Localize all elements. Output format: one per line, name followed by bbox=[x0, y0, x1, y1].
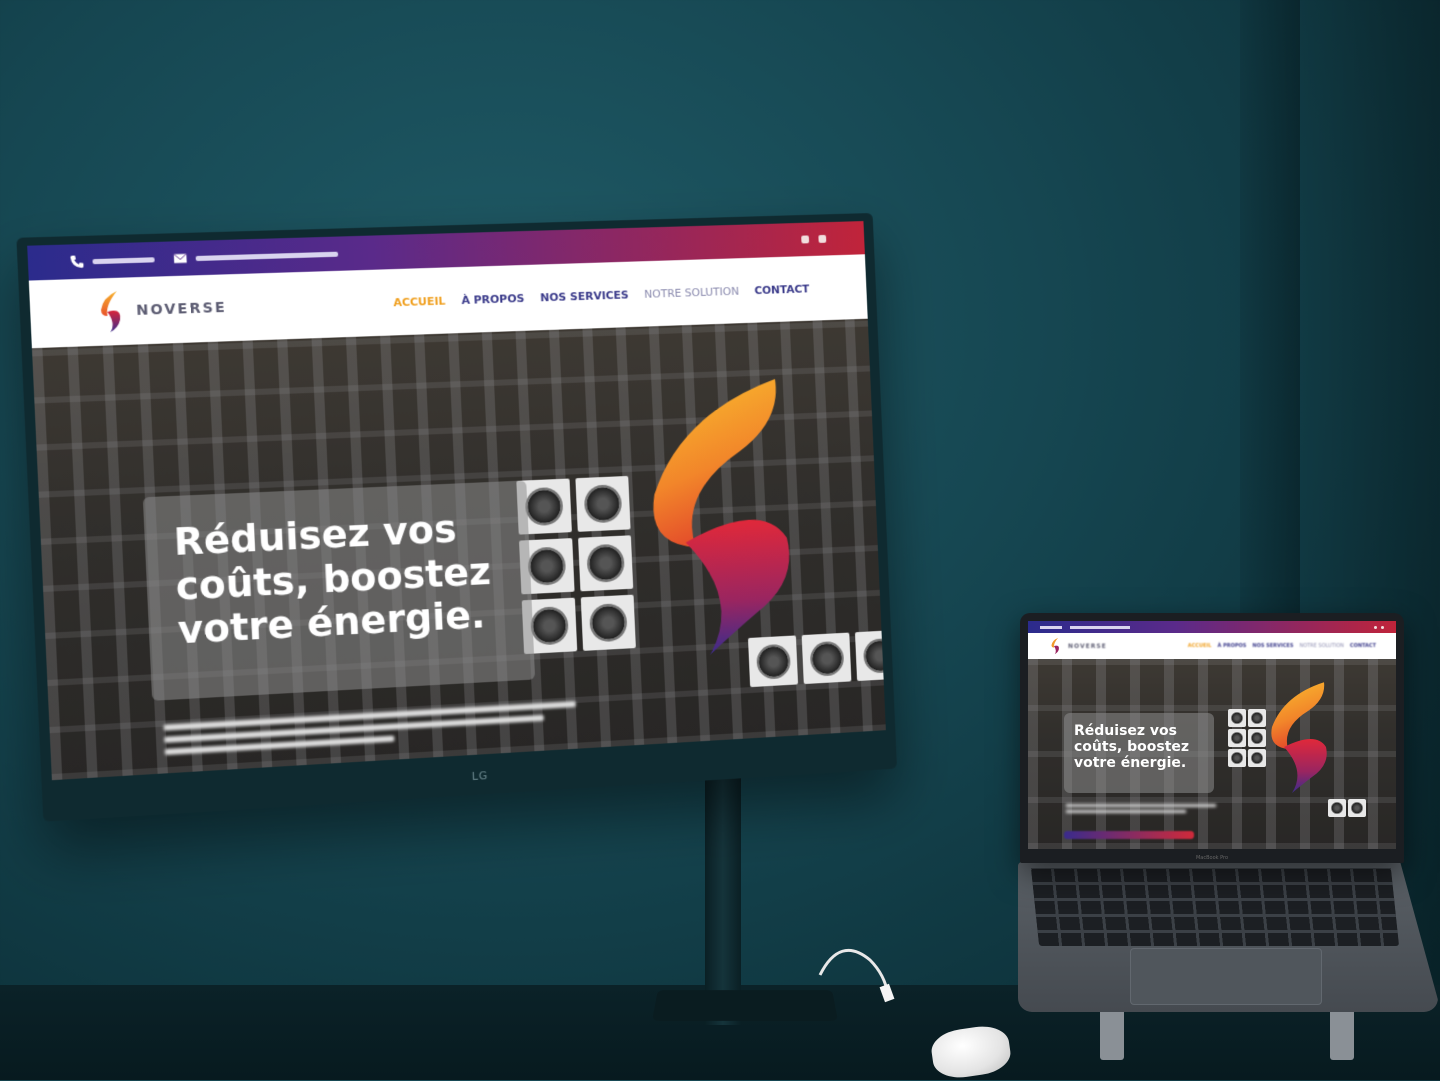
website-topbar-mini bbox=[1028, 621, 1396, 633]
monitor-screen: NOVERSE ACCUEIL À PROPOS NOS SERVICES NO… bbox=[27, 221, 886, 781]
social-links bbox=[801, 234, 827, 244]
website-mini: NOVERSE ACCUEIL À PROPOS NOS SERVICES NO… bbox=[1028, 621, 1396, 849]
facebook-icon[interactable] bbox=[801, 235, 810, 244]
laptop-screen: NOVERSE ACCUEIL À PROPOS NOS SERVICES NO… bbox=[1028, 621, 1396, 849]
laptop: NOVERSE ACCUEIL À PROPOS NOS SERVICES NO… bbox=[1020, 613, 1404, 863]
hero-section-mini: Réduisez vos coûts, boostez votre énergi… bbox=[1028, 659, 1396, 849]
nav-contact[interactable]: CONTACT bbox=[754, 282, 809, 297]
hero-card: Réduisez vos coûts, boostez votre énergi… bbox=[142, 480, 536, 701]
hero-section: Réduisez vos coûts, boostez votre énergi… bbox=[31, 318, 886, 781]
email-icon bbox=[173, 251, 188, 264]
topbar-phone[interactable] bbox=[69, 252, 155, 269]
website: NOVERSE ACCUEIL À PROPOS NOS SERVICES NO… bbox=[27, 221, 886, 781]
hero-card-mini: Réduisez vos coûts, boostez votre énergi… bbox=[1064, 713, 1214, 793]
laptop-trackpad bbox=[1130, 948, 1322, 1005]
site-logo[interactable]: NOVERSE bbox=[92, 286, 228, 335]
hvac-units bbox=[516, 475, 636, 655]
monitor: NOVERSE ACCUEIL À PROPOS NOS SERVICES NO… bbox=[16, 212, 898, 822]
flame-logo-large-icon bbox=[1271, 682, 1327, 793]
flame-logo-icon bbox=[1051, 637, 1059, 655]
hero-cta-mini[interactable] bbox=[1064, 831, 1194, 839]
flame-logo-large-icon bbox=[647, 378, 794, 656]
laptop-stand-left bbox=[1100, 1005, 1124, 1060]
hero-title: Réduisez vos coûts, boostez votre énergi… bbox=[172, 506, 492, 653]
phone-icon bbox=[70, 255, 84, 269]
instagram-icon[interactable] bbox=[818, 234, 827, 243]
nav-a-propos[interactable]: À PROPOS bbox=[461, 291, 525, 306]
laptop-stand-right bbox=[1330, 1005, 1354, 1060]
brand-name: NOVERSE bbox=[135, 299, 228, 320]
monitor-stand-base bbox=[652, 990, 838, 1021]
nav-notre-solution[interactable]: NOTRE SOLUTION bbox=[644, 284, 739, 300]
laptop-brand-label: MacBook Pro bbox=[1195, 855, 1229, 861]
flame-logo-icon bbox=[100, 291, 121, 333]
website-navbar-mini: NOVERSE ACCUEIL À PROPOS NOS SERVICES NO… bbox=[1028, 633, 1396, 659]
main-nav: ACCUEIL À PROPOS NOS SERVICES NOTRE SOLU… bbox=[393, 282, 810, 309]
nav-accueil[interactable]: ACCUEIL bbox=[393, 294, 446, 309]
nav-nos-services[interactable]: NOS SERVICES bbox=[540, 288, 629, 304]
topbar-email[interactable] bbox=[173, 247, 339, 266]
